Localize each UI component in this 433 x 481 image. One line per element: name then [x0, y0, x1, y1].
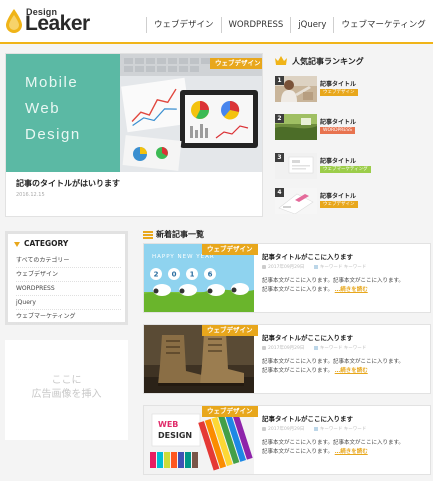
post-excerpt: 記事本文がここに入ります。記事本文がここに入ります。 記事本文がここに入ります。…: [262, 358, 427, 376]
post-meta: 2017年09月29日 キーワード キーワード: [262, 426, 366, 432]
ranking-item-title[interactable]: 記事タイトル: [320, 79, 356, 88]
ranking-item[interactable]: 2 記事タイトル WORDPRESS: [275, 114, 425, 144]
ranking-item[interactable]: 4 記事タイトル ウェブデザイン: [275, 188, 425, 218]
svg-text:2: 2: [154, 271, 159, 279]
clock-icon: [262, 264, 266, 269]
post-excerpt-text: 記事本文がここに入ります。: [262, 368, 333, 374]
clock-icon: [262, 426, 266, 431]
featured-date: 2016.12.15: [16, 192, 45, 198]
read-more-link[interactable]: …続きを読む: [335, 287, 368, 293]
category-list: すべてのカテゴリー ウェブデザイン WORDPRESS jQuery ウェブマー…: [16, 254, 121, 324]
post-excerpt: 記事本文がここに入ります。記事本文がここに入ります。 記事本文がここに入ります。…: [262, 277, 427, 295]
ranking-item-category[interactable]: WORDPRESS: [320, 127, 355, 134]
rank-number: 2: [275, 114, 284, 123]
post-excerpt-line: 記事本文がここに入ります。記事本文がここに入ります。: [262, 278, 404, 284]
crown-icon: [275, 56, 287, 65]
category-link-all[interactable]: すべてのカテゴリー: [16, 254, 121, 268]
hero-text-line: Design: [25, 126, 81, 143]
thumb-design-text: DESIGN: [158, 431, 192, 440]
global-nav: ウェブデザイン WORDPRESS jQuery ウェブマーケティング: [146, 17, 433, 33]
ranking-title: 人気記事ランキング: [292, 57, 364, 66]
post-tags[interactable]: キーワード キーワード: [320, 427, 366, 432]
read-more-link[interactable]: …続きを読む: [335, 449, 368, 455]
post-tags[interactable]: キーワード キーワード: [320, 265, 366, 270]
post-card[interactable]: 2016 HAPPY NEW YEAR ウェブデザイン 記事タイトルがここに入り…: [143, 243, 431, 313]
post-meta: 2017年09月29日 キーワード キーワード: [262, 264, 366, 270]
post-category-badge[interactable]: ウェブデザイン: [202, 244, 258, 255]
featured-article[interactable]: Mobile Web Design ウェブデザイン 記事のタイトルがはいります …: [5, 53, 263, 217]
post-excerpt-line-2: 記事本文がここに入ります。 …続きを読む: [262, 286, 427, 295]
post-excerpt: 記事本文がここに入ります。記事本文がここに入ります。 記事本文がここに入ります。…: [262, 439, 427, 457]
post-excerpt-line-2: 記事本文がここに入ります。 …続きを読む: [262, 448, 427, 457]
post-category-badge[interactable]: ウェブデザイン: [202, 325, 258, 336]
category-link-jquery[interactable]: jQuery: [16, 296, 121, 310]
tag-icon: [313, 264, 318, 269]
ranking-item[interactable]: 1 記事タイトル ウェブデザイン: [275, 76, 425, 106]
featured-title[interactable]: 記事のタイトルがはいります: [16, 178, 120, 189]
tag-icon: [313, 426, 318, 431]
post-card[interactable]: WEB DESIGN ウェブデザイン 記事タイトルがここに入ります 2017年0…: [143, 405, 431, 475]
post-card[interactable]: ウェブデザイン 記事タイトルがここに入ります 2017年09月29日 キーワード…: [143, 324, 431, 394]
ranking-item-category[interactable]: ウェブデザイン: [320, 201, 358, 208]
post-excerpt-line: 記事本文がここに入ります。記事本文がここに入ります。: [262, 440, 404, 446]
site-logo[interactable]: Design Leaker: [6, 7, 106, 35]
hero-text-line: Mobile: [25, 74, 79, 91]
svg-text:0: 0: [172, 271, 177, 279]
svg-text:1: 1: [190, 271, 195, 279]
category-link-web-design[interactable]: ウェブデザイン: [16, 268, 121, 282]
tablet-charts-photo: [120, 54, 262, 172]
category-link-wordpress[interactable]: WORDPRESS: [16, 282, 121, 296]
nav-jquery[interactable]: jQuery: [290, 17, 333, 33]
category-heading: CATEGORY: [14, 239, 68, 248]
post-date: 2017年09月29日: [268, 346, 305, 351]
new-posts-title: 新着記事一覧: [156, 230, 204, 239]
thumb-web-text: WEB: [158, 420, 178, 429]
post-excerpt-line: 記事本文がここに入ります。記事本文がここに入ります。: [262, 359, 404, 365]
read-more-link[interactable]: …続きを読む: [335, 368, 368, 374]
list-icon: [143, 231, 153, 239]
post-category-badge[interactable]: ウェブデザイン: [202, 406, 258, 417]
hero-text-line: Web: [25, 100, 61, 117]
post-title[interactable]: 記事タイトルがここに入ります: [262, 332, 353, 342]
ranking-item-title[interactable]: 記事タイトル: [320, 191, 356, 200]
nav-wordpress[interactable]: WORDPRESS: [220, 17, 291, 33]
post-date: 2017年09月29日: [268, 265, 305, 270]
ad-placeholder[interactable]: ここに 広告画像を挿入: [5, 340, 128, 440]
rank-number: 4: [275, 188, 284, 197]
post-excerpt-text: 記事本文がここに入ります。: [262, 287, 333, 293]
featured-hero-panel: Mobile Web Design: [6, 54, 120, 172]
category-heading-text: CATEGORY: [24, 239, 69, 248]
triangle-down-icon: [14, 241, 20, 247]
tag-icon: [313, 345, 318, 350]
ad-text-line1: ここに: [51, 375, 82, 386]
post-title[interactable]: 記事タイトルがここに入ります: [262, 251, 353, 261]
post-title[interactable]: 記事タイトルがここに入ります: [262, 413, 353, 423]
ranking-item-title[interactable]: 記事タイトル: [320, 156, 356, 165]
ranking-item[interactable]: 3 記事タイトル ウェブマーケティング: [275, 153, 425, 183]
post-meta: 2017年09月29日 キーワード キーワード: [262, 345, 366, 351]
post-excerpt-line-2: 記事本文がここに入ります。 …続きを読む: [262, 367, 427, 376]
ranking-item-title[interactable]: 記事タイトル: [320, 117, 356, 126]
ranking-item-category[interactable]: ウェブマーケティング: [320, 166, 371, 173]
logo-drop-icon: [6, 9, 22, 33]
ad-text-line2: 広告画像を挿入: [31, 389, 102, 400]
svg-text:6: 6: [208, 271, 213, 279]
ranking-item-category[interactable]: ウェブデザイン: [320, 89, 358, 96]
nav-web-design[interactable]: ウェブデザイン: [146, 17, 221, 33]
category-link-web-marketing[interactable]: ウェブマーケティング: [16, 310, 121, 324]
category-widget: CATEGORY すべてのカテゴリー ウェブデザイン WORDPRESS jQu…: [5, 231, 128, 325]
nav-web-marketing[interactable]: ウェブマーケティング: [333, 17, 432, 33]
post-date: 2017年09月29日: [268, 427, 305, 432]
rank-number: 3: [275, 153, 284, 162]
clock-icon: [262, 345, 266, 350]
post-excerpt-text: 記事本文がここに入ります。: [262, 449, 333, 455]
category-badge[interactable]: ウェブデザイン: [210, 58, 262, 69]
logo-text-main: Leaker: [25, 12, 90, 35]
rank-number: 1: [275, 76, 284, 85]
post-tags[interactable]: キーワード キーワード: [320, 346, 366, 351]
site-header: Design Leaker ウェブデザイン WORDPRESS jQuery ウ…: [0, 0, 433, 44]
featured-image[interactable]: Mobile Web Design ウェブデザイン: [6, 54, 262, 172]
